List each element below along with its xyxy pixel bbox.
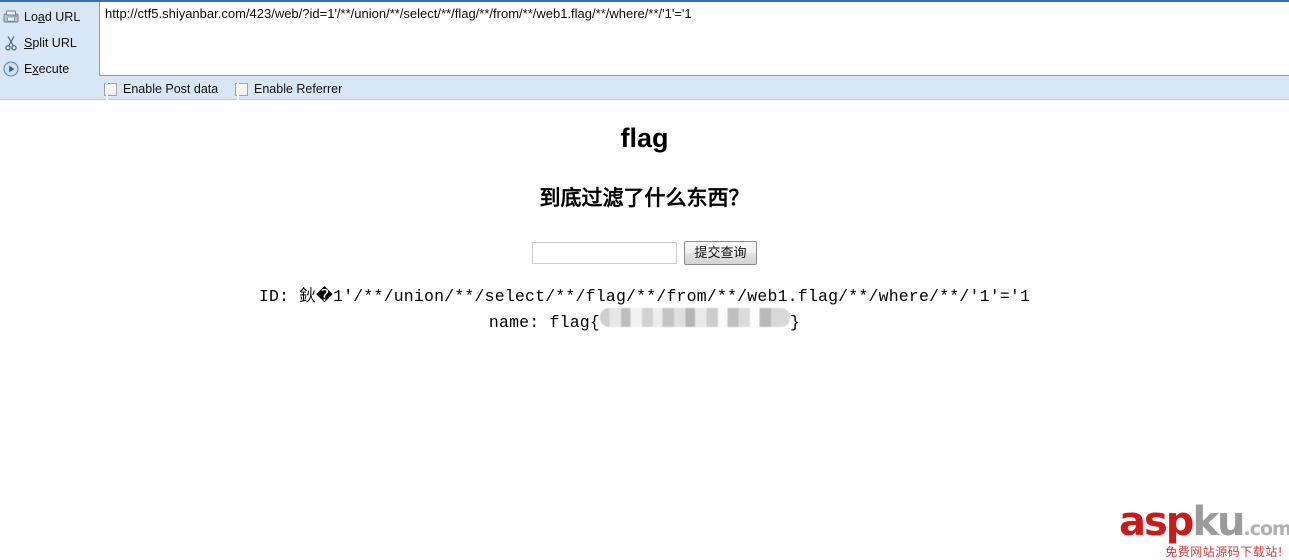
scissors-icon bbox=[2, 34, 20, 52]
play-icon bbox=[2, 60, 20, 78]
enable-post-data-checkbox[interactable]: Enable Post data bbox=[104, 82, 219, 102]
hackbar-toolbar: Load URL Split URL Execute http://ctf5.s… bbox=[0, 0, 1289, 102]
result-name-line: name: flag{} bbox=[0, 308, 1289, 334]
load-url-button[interactable]: Load URL bbox=[0, 4, 98, 30]
result-name-suffix: } bbox=[790, 313, 801, 332]
load-url-label: Load URL bbox=[24, 10, 81, 24]
page-subtitle: 到底过滤了什么东西？ bbox=[539, 187, 750, 210]
query-result: ID: 鈥�1'/**/union/**/select/**/flag/**/f… bbox=[0, 285, 1289, 334]
watermark-com: .com bbox=[1243, 518, 1289, 540]
checkbox-box[interactable] bbox=[104, 82, 117, 102]
watermark-logo: aspku.com bbox=[1119, 499, 1289, 549]
enable-post-data-label: Enable Post data bbox=[123, 82, 219, 96]
watermark-ku: ku bbox=[1192, 499, 1245, 545]
split-url-button[interactable]: Split URL bbox=[0, 30, 98, 56]
site-watermark: aspku.com 免费网站源码下载站! bbox=[1119, 499, 1289, 559]
result-id-line: ID: 鈥�1'/**/union/**/select/**/flag/**/f… bbox=[258, 287, 1031, 306]
redacted-flag-value bbox=[600, 308, 790, 327]
page-content: flag 到底过滤了什么东西？ 提交查询 ID: 鈥�1'/**/union/*… bbox=[0, 101, 1289, 560]
execute-label: Execute bbox=[24, 62, 70, 76]
page-title: flag bbox=[620, 123, 669, 153]
result-name-prefix: name: flag{ bbox=[488, 313, 600, 332]
watermark-subtitle: 免费网站源码下载站! bbox=[1165, 545, 1283, 559]
split-url-label: Split URL bbox=[24, 36, 77, 50]
execute-button[interactable]: Execute bbox=[0, 56, 98, 82]
query-input[interactable] bbox=[532, 242, 678, 264]
url-input[interactable]: http://ctf5.shiyanbar.com/423/web/?id=1'… bbox=[99, 2, 1289, 76]
query-form: 提交查询 bbox=[0, 241, 1289, 265]
submit-query-button[interactable]: 提交查询 bbox=[684, 241, 757, 265]
scanner-icon bbox=[2, 8, 20, 26]
checkbox-box[interactable] bbox=[235, 82, 248, 102]
hackbar-action-list: Load URL Split URL Execute bbox=[0, 2, 98, 82]
enable-referrer-label: Enable Referrer bbox=[254, 82, 343, 96]
enable-referrer-checkbox[interactable]: Enable Referrer bbox=[235, 82, 343, 102]
watermark-asp: asp bbox=[1119, 499, 1194, 545]
browser-viewport: Load URL Split URL Execute http://ctf5.s… bbox=[0, 0, 1289, 560]
